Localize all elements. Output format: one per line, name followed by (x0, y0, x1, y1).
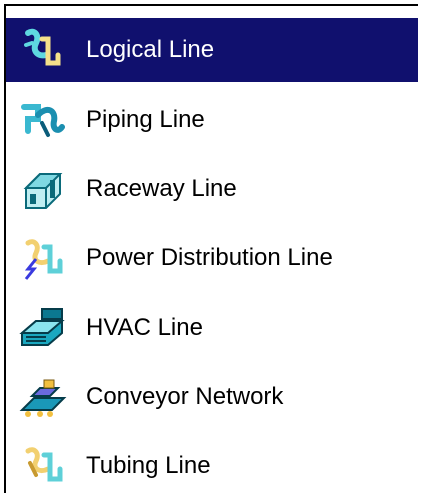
tubing-line-icon (14, 439, 72, 493)
menu-item-piping-line[interactable]: Piping Line (6, 88, 418, 152)
menu-item-hvac-line[interactable]: HVAC Line (6, 296, 418, 360)
menu-item-label: Power Distribution Line (86, 244, 333, 271)
menu-item-label: Raceway Line (86, 175, 237, 202)
menu-item-label: Piping Line (86, 106, 205, 133)
logical-line-icon (14, 23, 72, 77)
line-type-menu: Logical Line Piping Line Raceway Line Po… (4, 4, 418, 493)
menu-item-logical-line[interactable]: Logical Line (6, 18, 418, 82)
menu-item-label: Conveyor Network (86, 383, 284, 410)
menu-item-label: HVAC Line (86, 314, 203, 341)
menu-item-power-distribution-line[interactable]: Power Distribution Line (6, 226, 418, 290)
menu-item-conveyor-network[interactable]: Conveyor Network (6, 365, 418, 429)
menu-item-raceway-line[interactable]: Raceway Line (6, 157, 418, 221)
menu-item-label: Logical Line (86, 36, 215, 63)
hvac-line-icon (14, 301, 72, 355)
power-distribution-line-icon (14, 231, 72, 285)
menu-item-label: Tubing Line (86, 452, 211, 479)
raceway-line-icon (14, 162, 72, 216)
piping-line-icon (14, 93, 72, 147)
conveyor-network-icon (14, 370, 72, 424)
menu-item-tubing-line[interactable]: Tubing Line (6, 434, 418, 498)
